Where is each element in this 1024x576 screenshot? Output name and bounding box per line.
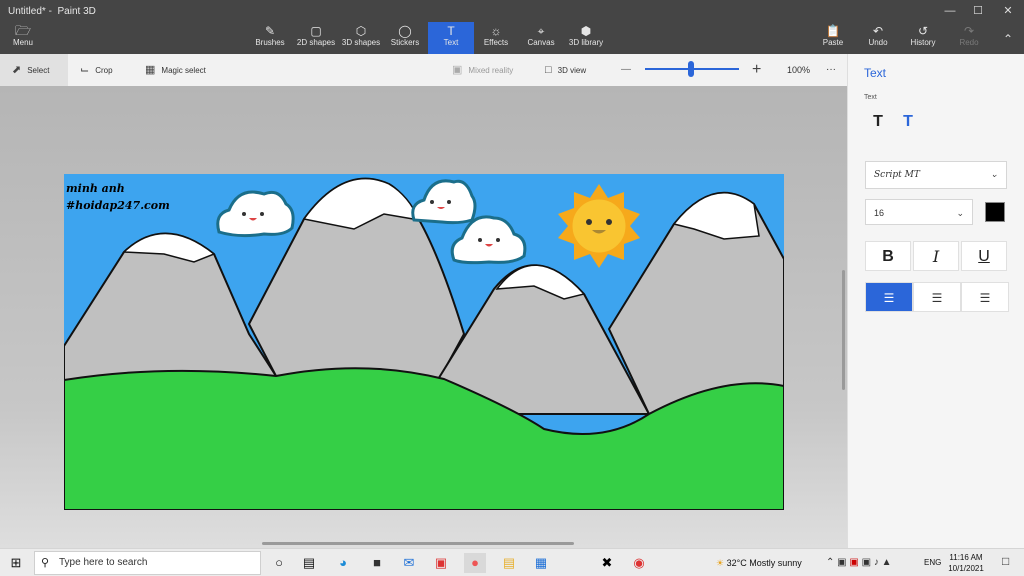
weather-sun-icon: ☀	[716, 558, 725, 568]
select-button[interactable]: ⬈ Select	[0, 54, 68, 86]
3d-view-button[interactable]: □ 3D view	[545, 54, 586, 86]
landscape-drawing	[64, 177, 784, 510]
taskbar: ⊞ ⚲ Type here to search ○ ▤ ◕ ■ ✉ ▣ ● ▤ …	[0, 548, 1024, 576]
redo-button[interactable]: ↷ Redo	[946, 22, 992, 54]
align-left-button[interactable]: ☰	[865, 282, 913, 312]
tool-3d-shapes[interactable]: ⬡ 3D shapes	[338, 22, 384, 54]
search-icon: ⚲	[41, 557, 50, 569]
cortana-icon[interactable]: ○	[268, 553, 290, 573]
calculator-icon[interactable]: ▦	[530, 553, 552, 573]
minimize-button[interactable]: —	[938, 2, 962, 20]
text-panel: Text Text T T Script MT ⌄ 16 ⌄ B I U ☰ ☰ ☰	[847, 54, 1024, 548]
text-color-swatch[interactable]	[985, 202, 1005, 222]
3d-text-icon[interactable]: T	[896, 110, 920, 134]
sticker-icon: ◯	[398, 24, 412, 38]
canvas-icon: ⌖	[537, 24, 545, 38]
horizontal-scrollbar[interactable]	[262, 542, 574, 545]
capcut-icon[interactable]: ✖	[596, 553, 618, 573]
zoom-in-button[interactable]: +	[752, 54, 761, 86]
mixed-reality-icon: ▣	[452, 64, 463, 76]
notification-icon[interactable]: □	[1002, 554, 1009, 568]
language-indicator[interactable]: ENG	[924, 549, 941, 576]
panel-subtitle: Text	[864, 94, 877, 101]
store-icon[interactable]: ■	[366, 553, 388, 573]
undo-button[interactable]: ↶ Undo	[855, 22, 901, 54]
window-title: Untitled* - Paint 3D	[8, 6, 96, 17]
zoom-out-button[interactable]: —	[621, 54, 631, 86]
paste-button[interactable]: 📋 Paste	[810, 22, 856, 54]
chevron-down-icon: ⌄	[990, 170, 998, 180]
toolbar: ⬈ Select ⌙ Crop ▦ Magic select ▣ Mixed reali…	[0, 54, 847, 136]
cloud-1	[216, 190, 295, 238]
text-icon: T	[447, 24, 455, 38]
paste-icon: 📋	[825, 24, 841, 38]
history-icon: ↺	[917, 24, 929, 38]
more-options-button[interactable]: ···	[826, 54, 836, 86]
bold-button[interactable]: B	[865, 241, 911, 271]
redo-icon: ↷	[963, 24, 975, 38]
cloud-3	[450, 215, 527, 265]
taskbar-search[interactable]: ⚲ Type here to search	[34, 551, 261, 575]
gift-icon[interactable]: ▣	[430, 553, 452, 573]
paint3d-icon[interactable]: ●	[464, 553, 486, 573]
align-right-icon: ☰	[979, 291, 991, 305]
font-family-dropdown[interactable]: Script MT ⌄	[865, 161, 1007, 189]
tool-stickers[interactable]: ◯ Stickers	[382, 22, 428, 54]
tool-effects[interactable]: ☼ Effects	[473, 22, 519, 54]
ribbon: Untitled* - Paint 3D — ☐ ✕ 🗁 Menu ✎ Brush…	[0, 0, 1024, 54]
shapes-2d-icon: ▢	[310, 24, 322, 38]
cursor-icon: ⬈	[12, 64, 22, 76]
tool-2d-shapes[interactable]: ▢ 2D shapes	[293, 22, 339, 54]
menu-button[interactable]: 🗁 Menu	[6, 24, 40, 50]
mixed-reality-button[interactable]: ▣ Mixed reality	[452, 54, 513, 86]
edge-icon[interactable]: ◕	[332, 553, 354, 573]
windows-icon: ⊞	[10, 555, 22, 570]
sun-sticker	[558, 184, 640, 268]
zoom-slider-thumb[interactable]	[688, 61, 694, 77]
history-button[interactable]: ↺ History	[900, 22, 946, 54]
brush-icon: ✎	[264, 24, 276, 38]
library-icon: ⬢	[580, 24, 592, 38]
cloud-2	[411, 179, 477, 225]
canvas-text-box[interactable]: minh anh #hoidap247.com	[66, 180, 170, 214]
magic-select-icon: ▦	[145, 64, 156, 76]
2d-text-icon[interactable]: T	[866, 110, 890, 134]
tool-canvas[interactable]: ⌖ Canvas	[518, 22, 564, 54]
clock[interactable]: 11:16 AM 10/1/2021	[944, 552, 988, 574]
tool-text[interactable]: T Text	[428, 22, 474, 54]
chrome-icon[interactable]: ◉	[628, 553, 650, 573]
collapse-ribbon-icon[interactable]: ⌃	[996, 30, 1020, 48]
task-view-icon[interactable]: ▤	[298, 553, 320, 573]
crop-button[interactable]: ⌙ Crop	[80, 54, 113, 86]
align-left-icon: ☰	[883, 291, 895, 305]
close-button[interactable]: ✕	[996, 2, 1020, 20]
vertical-scrollbar[interactable]	[842, 270, 845, 390]
align-center-icon: ☰	[931, 291, 943, 305]
folder-icon: 🗁	[14, 23, 32, 38]
tool-brushes[interactable]: ✎ Brushes	[247, 22, 293, 54]
chevron-down-icon: ⌄	[956, 208, 964, 218]
3d-view-icon: □	[545, 64, 552, 76]
file-explorer-icon[interactable]: ▤	[498, 553, 520, 573]
zoom-level[interactable]: 100%	[787, 54, 810, 86]
undo-icon: ↶	[872, 24, 884, 38]
sun-icon: ☼	[490, 24, 502, 38]
drawing-canvas[interactable]: minh anh #hoidap247.com	[64, 174, 784, 510]
align-right-button[interactable]: ☰	[961, 282, 1009, 312]
align-center-button[interactable]: ☰	[913, 282, 961, 312]
panel-title: Text	[864, 66, 887, 80]
magic-select-button[interactable]: ▦ Magic select	[145, 54, 206, 86]
tool-3d-library[interactable]: ⬢ 3D library	[563, 22, 609, 54]
font-size-dropdown[interactable]: 16 ⌄	[865, 199, 973, 225]
italic-button[interactable]: I	[913, 241, 959, 271]
system-tray[interactable]: ⌃ ▣ ▣ ▣ ♪ ▲	[826, 549, 892, 576]
mail-icon[interactable]: ✉	[398, 553, 420, 573]
crop-icon: ⌙	[80, 64, 90, 76]
underline-button[interactable]: U	[961, 241, 1007, 271]
maximize-button[interactable]: ☐	[966, 2, 990, 20]
start-button[interactable]: ⊞	[6, 554, 26, 572]
cube-icon: ⬡	[355, 24, 367, 38]
weather-widget[interactable]: ☀ 32°C Mostly sunny	[716, 549, 802, 576]
